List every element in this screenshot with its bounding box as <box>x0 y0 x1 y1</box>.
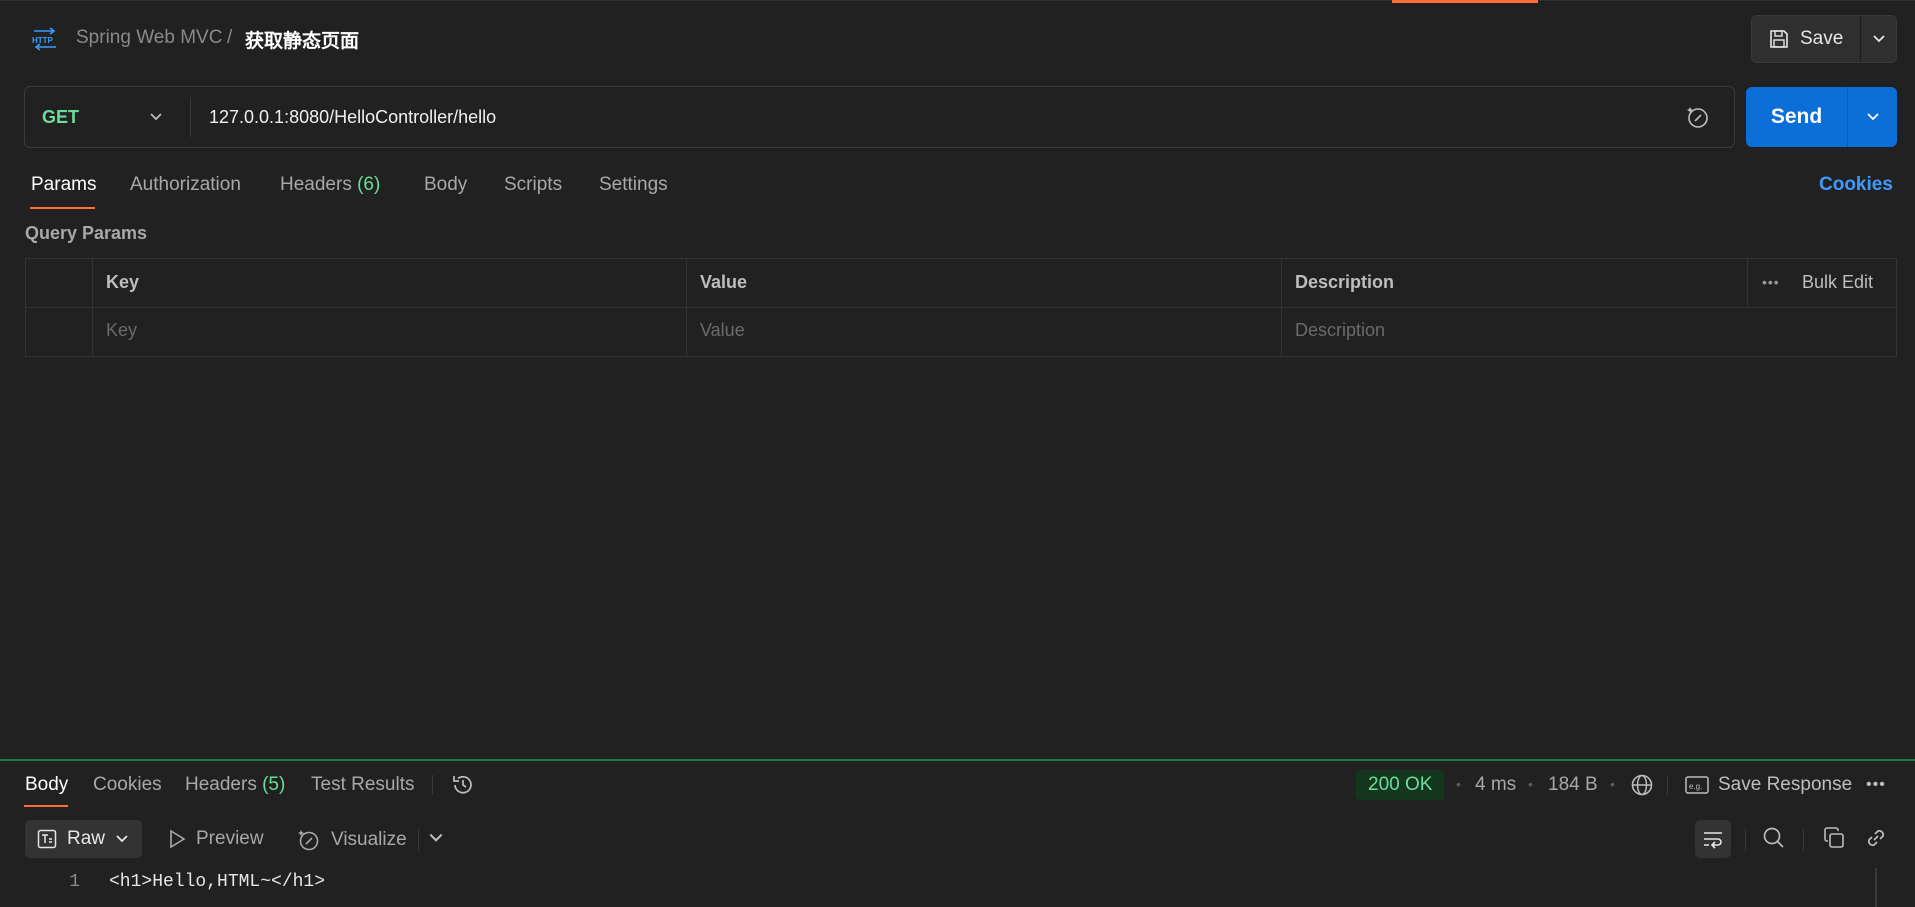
column-header-key: Key <box>106 272 140 292</box>
method-divider <box>190 97 191 137</box>
example-icon: e.g. <box>1685 776 1709 794</box>
table-col-divider <box>1747 259 1748 307</box>
save-button[interactable]: Save <box>1752 16 1860 62</box>
toolbar-separator <box>418 829 419 851</box>
tab-scripts[interactable]: Scripts <box>504 174 562 196</box>
table-options-icon[interactable]: ••• <box>1762 274 1780 290</box>
response-size[interactable]: 184 B <box>1548 774 1598 796</box>
play-icon <box>170 829 186 849</box>
chevron-down-icon[interactable] <box>428 830 444 846</box>
response-pane-divider[interactable] <box>0 759 1915 761</box>
query-params-table: Key Value Description ••• Bulk Edit Key … <box>25 258 1897 357</box>
table-col-divider <box>1281 259 1282 356</box>
response-tab-cookies[interactable]: Cookies <box>93 774 162 796</box>
response-time[interactable]: 4 ms <box>1475 774 1516 796</box>
search-icon[interactable] <box>1762 826 1786 850</box>
chevron-down-icon <box>1873 35 1885 43</box>
meta-separator-dot: • <box>1610 776 1615 792</box>
preview-label: Preview <box>196 828 264 849</box>
globe-icon[interactable] <box>1630 773 1654 797</box>
url-input[interactable]: 127.0.0.1:8080/HelloController/hello <box>209 87 1609 147</box>
response-tab-headers-label: Headers <box>185 774 257 795</box>
more-options-icon[interactable]: ••• <box>1866 776 1886 794</box>
format-select[interactable]: Raw <box>25 820 142 858</box>
copy-icon[interactable] <box>1822 826 1846 850</box>
meta-separator-dot: • <box>1456 776 1461 792</box>
breadcrumb-separator: / <box>227 27 233 48</box>
word-wrap-button[interactable] <box>1695 820 1731 858</box>
visualize-icon <box>298 830 319 851</box>
format-label: Raw <box>67 828 106 849</box>
cookies-link[interactable]: Cookies <box>1819 174 1893 196</box>
table-row-divider <box>26 307 1896 308</box>
tab-headers-label: Headers <box>280 174 352 195</box>
request-title[interactable]: 获取静态页面 <box>245 26 359 53</box>
method-select[interactable]: GET <box>42 87 79 147</box>
window-top-border <box>0 0 1915 1</box>
save-options-button[interactable] <box>1861 16 1897 62</box>
response-tab-separator <box>432 775 433 795</box>
svg-text:HTTP: HTTP <box>32 36 54 45</box>
tab-params[interactable]: Params <box>31 174 96 196</box>
chevron-down-icon <box>1866 113 1879 121</box>
table-col-divider <box>92 259 93 356</box>
http-icon: HTTP <box>32 27 56 51</box>
raw-format-icon <box>37 829 57 849</box>
key-input[interactable]: Key <box>106 320 137 341</box>
column-header-description: Description <box>1295 272 1395 292</box>
response-tab-headers[interactable]: Headers (5) <box>185 774 285 796</box>
send-button[interactable]: Send <box>1746 87 1847 147</box>
send-button-group: Send <box>1746 87 1897 147</box>
active-tab-underline <box>30 207 95 209</box>
save-button-group: Save <box>1751 15 1897 63</box>
tab-settings[interactable]: Settings <box>599 174 668 196</box>
method-dropdown-toggle[interactable] <box>149 87 163 147</box>
meta-separator-dot: • <box>1528 776 1533 792</box>
tab-headers[interactable]: Headers (6) <box>280 174 380 196</box>
response-scrollbar[interactable] <box>1875 868 1877 907</box>
response-headers-count: (5) <box>262 774 286 795</box>
table-col-divider <box>686 259 687 356</box>
line-number: 1 <box>69 872 80 892</box>
chevron-down-icon <box>150 113 162 121</box>
tab-authorization[interactable]: Authorization <box>130 174 241 196</box>
breadcrumb-collection[interactable]: Spring Web MVC <box>76 27 222 49</box>
bulk-edit-button[interactable]: Bulk Edit <box>1802 272 1873 293</box>
query-params-label: Query Params <box>25 223 148 243</box>
headers-count-badge: (6) <box>357 174 381 195</box>
column-header-value: Value <box>700 272 748 292</box>
preview-button[interactable]: Preview <box>168 828 264 850</box>
response-tab-test-results[interactable]: Test Results <box>311 774 414 796</box>
visualize-button[interactable]: Visualize <box>297 828 407 852</box>
svg-text:e.g.: e.g. <box>1689 782 1702 791</box>
status-badge[interactable]: 200 OK <box>1356 770 1445 800</box>
response-code-line[interactable]: <h1>Hello,HTML~</h1> <box>109 872 325 892</box>
save-icon <box>1770 30 1788 48</box>
tab-body[interactable]: Body <box>424 174 467 196</box>
link-icon[interactable] <box>1864 826 1888 850</box>
response-active-tab-underline <box>24 805 68 807</box>
word-wrap-icon <box>1704 832 1722 849</box>
chevron-down-icon <box>116 835 128 843</box>
active-tab-indicator <box>1392 0 1538 3</box>
description-input[interactable]: Description <box>1295 320 1385 341</box>
visualize-label: Visualize <box>331 829 407 850</box>
url-bar: GET 127.0.0.1:8080/HelloController/hello <box>24 86 1735 148</box>
save-label: Save <box>1800 28 1844 49</box>
response-tab-body[interactable]: Body <box>25 774 68 796</box>
send-options-button[interactable] <box>1848 87 1897 147</box>
save-response-button[interactable]: Save Response <box>1718 774 1852 796</box>
toolbar-separator <box>1745 829 1746 851</box>
postbot-magic-icon[interactable] <box>1685 104 1711 130</box>
meta-separator <box>1667 775 1668 795</box>
value-input[interactable]: Value <box>700 320 745 341</box>
history-icon[interactable] <box>450 772 476 798</box>
toolbar-separator <box>1803 829 1804 851</box>
